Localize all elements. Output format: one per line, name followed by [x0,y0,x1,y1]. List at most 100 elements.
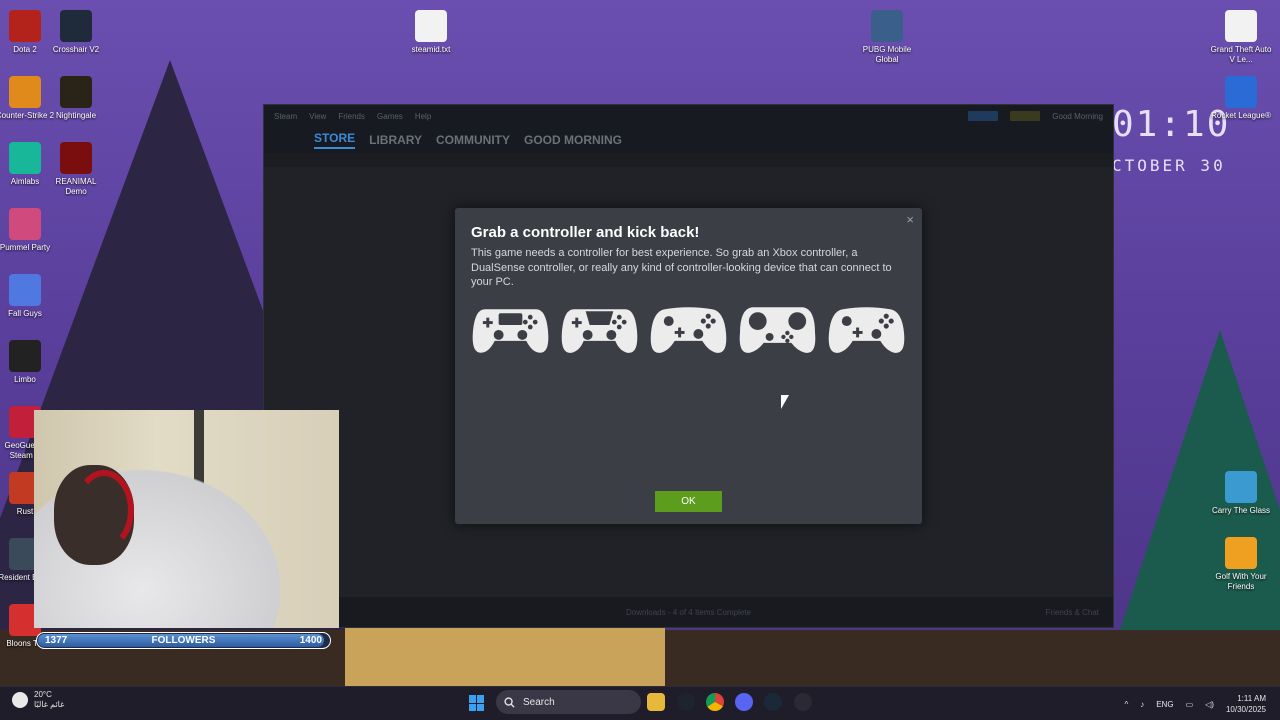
nav-community[interactable]: COMMUNITY [436,133,510,147]
rocket-league-icon [1225,76,1257,108]
windows-start-icon[interactable] [469,695,485,711]
taskbar-clock[interactable]: 1:11 AM 10/30/2025 [1226,693,1266,715]
desktop-icon[interactable]: Crosshair V2 [44,10,108,55]
nav-profile[interactable]: GOOD MORNING [524,133,622,147]
desktop-icon-label: Fall Guys [8,309,42,318]
app-icon[interactable] [677,693,695,711]
desktop-icon[interactable]: Rocket League® [1209,76,1273,121]
friends-chat-button[interactable]: Friends & Chat [1046,608,1099,617]
reanimal-icon [60,142,92,174]
steam-nav: STORE LIBRARY COMMUNITY GOOD MORNING [264,127,1113,153]
desktop-icon[interactable]: REANIMAL Demo [44,142,108,197]
xbox-controller-icon [650,307,727,353]
file-explorer-icon[interactable] [647,693,665,711]
taskbar-date: 10/30/2025 [1225,705,1266,714]
search-placeholder: Search [523,696,555,708]
playstation-controller-icon [472,309,549,353]
desktop-icon[interactable]: Golf With Your Friends [1209,537,1273,592]
chevron-up-icon[interactable]: ^ [1124,700,1128,709]
fall-guys-icon [9,274,41,306]
desktop-icon[interactable]: Grand Theft Auto V Le... [1209,10,1273,65]
network-icon[interactable]: ▭ [1186,700,1194,709]
desktop-icon-label: Carry The Glass [1211,506,1271,515]
followers-label: FOLLOWERS [151,635,216,646]
desktop-icon-label: Rocket League® [1211,111,1271,120]
headset-icon [74,470,134,550]
language-indicator[interactable]: ENG [1156,700,1173,709]
pummel-party-icon [9,208,41,240]
crosshair-icon [60,10,92,42]
broadcast-button[interactable] [968,111,999,121]
steam-menu-steam[interactable]: Steam [274,112,297,121]
taskbar-search[interactable]: Search [496,690,641,714]
downloads-status[interactable]: Downloads - 4 of 4 Items Complete [626,608,751,617]
cs2-icon [9,76,41,108]
desktop-icon-label: Grand Theft Auto V Le... [1210,45,1272,64]
desktop-icon-label: Pummel Party [0,243,51,252]
carry-the-glass-icon [1225,471,1257,503]
desktop-icon[interactable]: Nightingale [44,76,108,121]
wallpaper-ground-detail [345,628,665,686]
dialog-body: This game needs a controller for best ex… [471,247,892,288]
nightingale-icon [60,76,92,108]
weather-icon [12,692,28,708]
notifications-button[interactable] [1010,111,1041,121]
webcam-overlay [34,410,339,628]
followers-current: 1377 [45,635,68,646]
weather-desc: غائم غالبًا [34,700,65,709]
desktop-icon[interactable]: Limbo [0,340,57,385]
taskbar: 20°C غائم غالبًا Search ^ ♪ ENG ▭ ◁) 1:1… [0,686,1280,720]
steam-footer: Downloads - 4 of 4 Items Complete Friend… [264,597,1113,627]
desktop-icon-label: Limbo [14,375,36,384]
volume-icon[interactable]: ◁) [1205,700,1214,709]
discord-icon[interactable] [735,693,753,711]
desktop-icon[interactable]: Carry The Glass [1209,471,1273,516]
weather-widget[interactable]: 20°C غائم غالبًا [12,690,64,710]
desktop-icon[interactable]: PUBG Mobile Global [855,10,919,65]
chrome-icon[interactable] [706,693,724,711]
desktop-icon[interactable]: steamid.txt [399,10,463,55]
desktop-icon[interactable]: Pummel Party [0,208,57,253]
nav-library[interactable]: LIBRARY [369,133,422,147]
controller-dialog: × Grab a controller and kick back! This … [455,208,922,524]
ok-button[interactable]: OK [655,491,722,512]
weather-temp: 20°C [34,690,52,699]
pubg-icon [871,10,903,42]
aimlabs-icon [9,142,41,174]
desktop-icon-label: REANIMAL Demo [55,177,97,196]
gta-v-icon [1225,10,1257,42]
dualsense-controller-icon [561,309,638,353]
steam-menu-games[interactable]: Games [377,112,403,121]
steam-account-name[interactable]: Good Morning [1052,112,1103,121]
desktop-icon-label: Crosshair V2 [52,45,100,54]
steam-taskbar-icon[interactable] [764,693,782,711]
switch-pro-controller-icon [828,307,905,353]
search-icon [504,696,515,708]
steam-menu-help[interactable]: Help [415,112,431,121]
desktop-icon-label: PUBG Mobile Global [862,45,912,64]
desktop-icon[interactable]: Fall Guys [0,274,57,319]
taskbar-time: 1:11 AM [1237,694,1266,703]
mouse-cursor-icon [781,395,789,409]
controller-illustrations [471,301,906,357]
steam-menu-friends[interactable]: Friends [338,112,365,121]
limbo-icon [9,340,41,372]
text-file-icon [415,10,447,42]
steam-controller-icon [739,307,816,353]
desktop-icon-label: Nightingale [55,111,97,120]
close-icon[interactable]: × [906,212,914,227]
obs-icon[interactable] [794,693,812,711]
dota2-icon [9,10,41,42]
dialog-title: Grab a controller and kick back! [471,224,700,241]
steam-menu-view[interactable]: View [309,112,326,121]
nav-store[interactable]: STORE [314,131,356,149]
steam-titlebar: Steam View Friends Games Help Good Morni… [264,105,1113,127]
golf-icon [1225,537,1257,569]
microphone-icon[interactable]: ♪ [1140,700,1144,709]
desktop-date-widget: CTOBER 30 [1112,156,1226,175]
followers-goal-bar: 1377 FOLLOWERS 1400 [36,632,331,649]
followers-goal: 1400 [299,635,322,646]
desktop-icon-label: steamid.txt [411,45,451,54]
system-tray: ^ ♪ ENG ▭ ◁) 1:11 AM 10/30/2025 [1124,687,1280,720]
desktop-icon-label: Golf With Your Friends [1215,572,1267,591]
